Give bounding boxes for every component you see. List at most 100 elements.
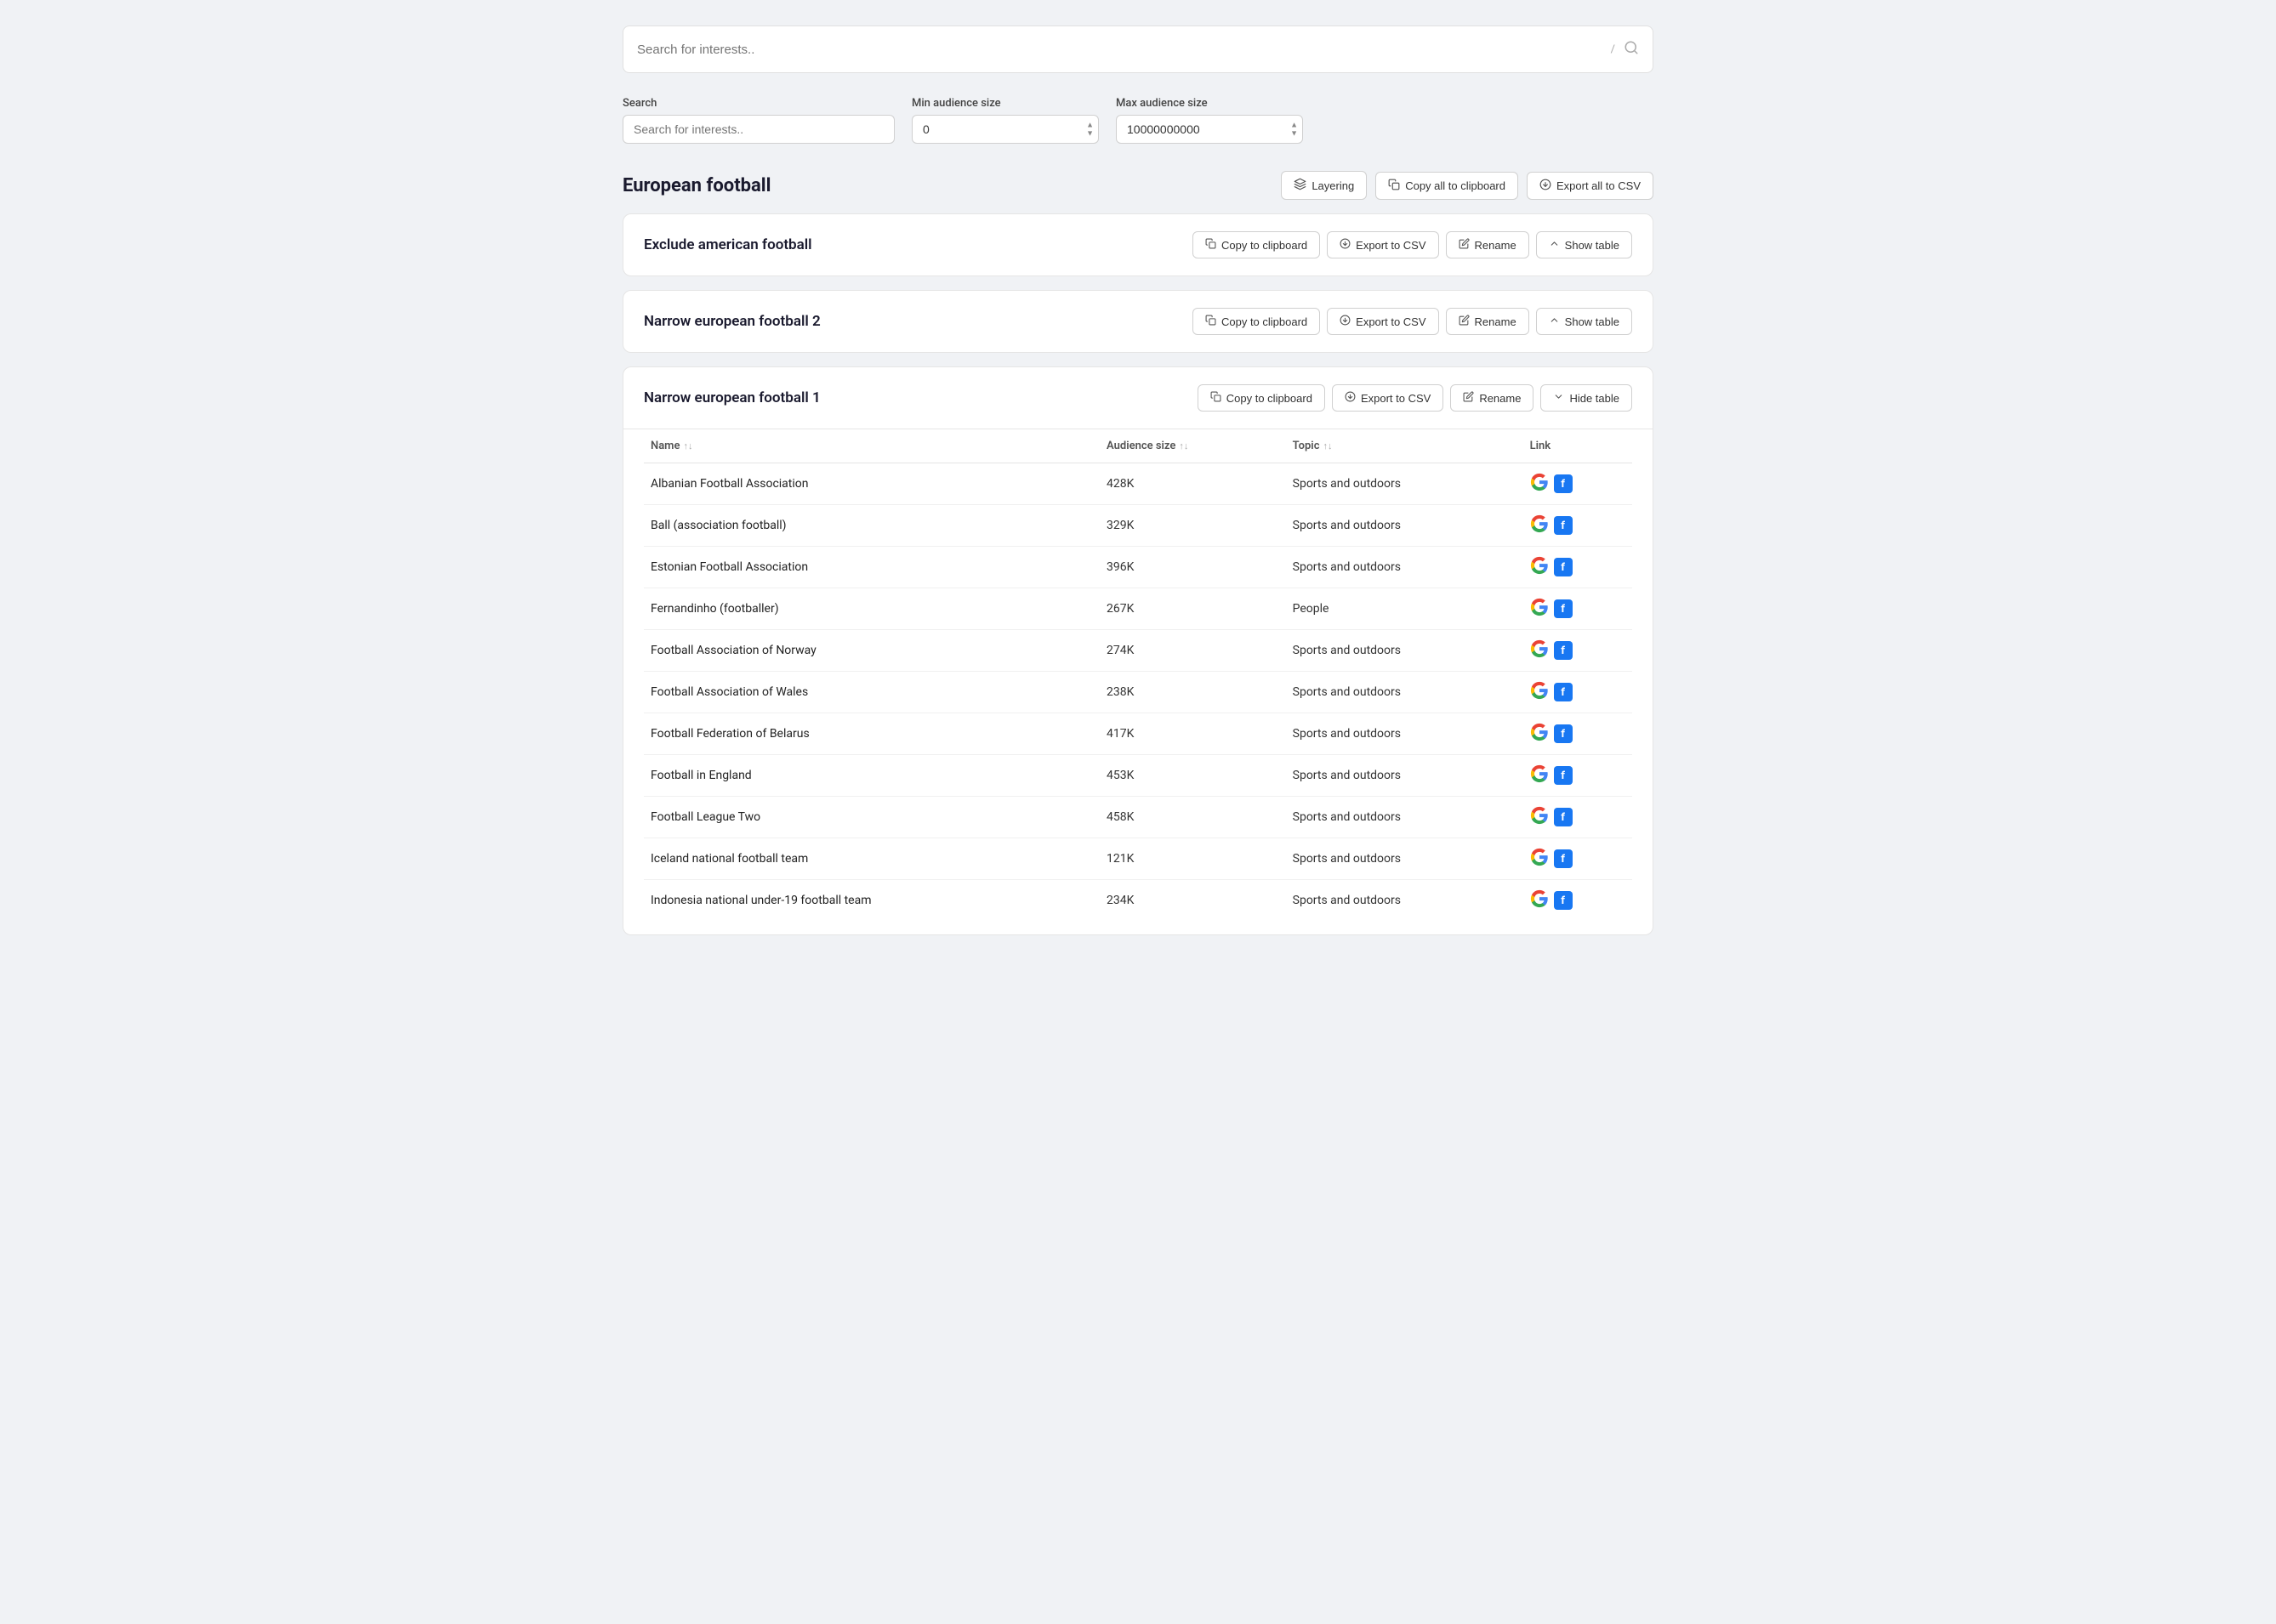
top-search-input[interactable] [637, 43, 1611, 57]
show-table-button-0[interactable]: Show table [1536, 231, 1632, 258]
export-icon-2 [1345, 391, 1356, 405]
show-table-button-1[interactable]: Show table [1536, 308, 1632, 335]
cell-name: Football in England [644, 755, 1100, 797]
copy-label-0: Copy to clipboard [1221, 239, 1307, 252]
facebook-link-icon[interactable]: f [1554, 891, 1573, 910]
max-audience-increment[interactable]: ▲ [1290, 122, 1298, 129]
export-all-label: Export all to CSV [1556, 179, 1641, 192]
google-link-icon[interactable] [1530, 598, 1549, 620]
sort-name-icon: ↑↓ [683, 440, 692, 451]
min-audience-input-wrapper: ▲ ▼ [912, 115, 1099, 144]
rename-label-2: Rename [1479, 392, 1521, 405]
col-header-audience[interactable]: Audience size ↑↓ [1100, 429, 1286, 463]
rename-button-2[interactable]: Rename [1450, 384, 1533, 412]
export-all-button[interactable]: Export all to CSV [1527, 172, 1653, 200]
copy-clipboard-button-0[interactable]: Copy to clipboard [1192, 231, 1320, 258]
card-title-0: Exclude american football [644, 236, 812, 253]
table-row: Football League Two458KSports and outdoo… [644, 797, 1632, 838]
google-link-icon[interactable] [1530, 806, 1549, 828]
cell-topic: Sports and outdoors [1286, 838, 1523, 880]
export-csv-button-2[interactable]: Export to CSV [1332, 384, 1443, 412]
export-icon-0 [1340, 238, 1351, 252]
cell-link: f [1523, 880, 1632, 922]
cell-link: f [1523, 505, 1632, 547]
copy-clipboard-button-1[interactable]: Copy to clipboard [1192, 308, 1320, 335]
google-link-icon[interactable] [1530, 514, 1549, 537]
google-link-icon[interactable] [1530, 848, 1549, 870]
google-link-icon[interactable] [1530, 639, 1549, 662]
col-header-name[interactable]: Name ↑↓ [644, 429, 1100, 463]
facebook-link-icon[interactable]: f [1554, 766, 1573, 785]
card-title-2: Narrow european football 1 [644, 389, 821, 406]
table-row: Football Association of Norway274KSports… [644, 630, 1632, 672]
copy-icon-2 [1210, 391, 1221, 405]
google-link-icon[interactable] [1530, 473, 1549, 495]
copy-label-1: Copy to clipboard [1221, 315, 1307, 328]
cell-link: f [1523, 838, 1632, 880]
facebook-link-icon[interactable]: f [1554, 683, 1573, 701]
cell-name: Iceland national football team [644, 838, 1100, 880]
facebook-link-icon[interactable]: f [1554, 849, 1573, 868]
google-link-icon[interactable] [1530, 764, 1549, 786]
google-link-icon[interactable] [1530, 556, 1549, 578]
facebook-link-icon[interactable]: f [1554, 558, 1573, 576]
cell-topic: Sports and outdoors [1286, 797, 1523, 838]
cell-audience: 238K [1100, 672, 1286, 713]
cell-link: f [1523, 755, 1632, 797]
rename-button-1[interactable]: Rename [1446, 308, 1529, 335]
shortcut-key-indicator: / [1611, 43, 1615, 56]
section-header: European football Layering [623, 171, 1653, 200]
show-table-icon-0 [1549, 238, 1560, 252]
cell-topic: Sports and outdoors [1286, 505, 1523, 547]
facebook-link-icon[interactable]: f [1554, 599, 1573, 618]
card-header-1: Narrow european football 2 Copy to clipb… [623, 291, 1653, 352]
export-icon-1 [1340, 315, 1351, 328]
col-header-topic[interactable]: Topic ↑↓ [1286, 429, 1523, 463]
cell-name: Indonesia national under-19 football tea… [644, 880, 1100, 922]
max-audience-input-wrapper: ▲ ▼ [1116, 115, 1303, 144]
cell-link: f [1523, 463, 1632, 505]
min-audience-decrement[interactable]: ▼ [1086, 130, 1094, 138]
hide-table-button-2[interactable]: Hide table [1540, 384, 1632, 412]
min-audience-increment[interactable]: ▲ [1086, 122, 1094, 129]
card-actions-2: Copy to clipboard Export to CSV [1198, 384, 1632, 412]
cell-audience: 234K [1100, 880, 1286, 922]
card-exclude-american-football: Exclude american football Copy to clipbo… [623, 213, 1653, 276]
cell-link: f [1523, 588, 1632, 630]
rename-button-0[interactable]: Rename [1446, 231, 1529, 258]
cell-link: f [1523, 672, 1632, 713]
facebook-link-icon[interactable]: f [1554, 516, 1573, 535]
cell-audience: 274K [1100, 630, 1286, 672]
facebook-link-icon[interactable]: f [1554, 641, 1573, 660]
min-audience-spin-btns: ▲ ▼ [1086, 122, 1094, 138]
table-row: Albanian Football Association428KSports … [644, 463, 1632, 505]
export-label-1: Export to CSV [1356, 315, 1425, 328]
google-link-icon[interactable] [1530, 723, 1549, 745]
facebook-link-icon[interactable]: f [1554, 724, 1573, 743]
max-audience-label: Max audience size [1116, 97, 1303, 110]
copy-clipboard-button-2[interactable]: Copy to clipboard [1198, 384, 1325, 412]
export-label-2: Export to CSV [1361, 392, 1431, 405]
search-icon[interactable] [1624, 40, 1639, 59]
export-csv-button-1[interactable]: Export to CSV [1327, 308, 1438, 335]
google-link-icon[interactable] [1530, 889, 1549, 911]
min-audience-input[interactable] [912, 115, 1099, 144]
max-audience-decrement[interactable]: ▼ [1290, 130, 1298, 138]
cell-topic: Sports and outdoors [1286, 630, 1523, 672]
cell-audience: 428K [1100, 463, 1286, 505]
hide-table-icon-2 [1553, 391, 1564, 405]
top-search-bar: / [623, 26, 1653, 73]
facebook-link-icon[interactable]: f [1554, 808, 1573, 826]
export-csv-button-0[interactable]: Export to CSV [1327, 231, 1438, 258]
copy-all-icon [1388, 179, 1400, 193]
card-actions-1: Copy to clipboard Export to CSV [1192, 308, 1632, 335]
copy-all-button[interactable]: Copy all to clipboard [1375, 172, 1518, 200]
layering-button[interactable]: Layering [1281, 171, 1367, 200]
cell-link: f [1523, 713, 1632, 755]
table-row: Football in England453KSports and outdoo… [644, 755, 1632, 797]
google-link-icon[interactable] [1530, 681, 1549, 703]
search-interests-input[interactable] [623, 115, 895, 144]
copy-all-label: Copy all to clipboard [1405, 179, 1505, 192]
max-audience-input[interactable] [1116, 115, 1303, 144]
facebook-link-icon[interactable]: f [1554, 474, 1573, 493]
